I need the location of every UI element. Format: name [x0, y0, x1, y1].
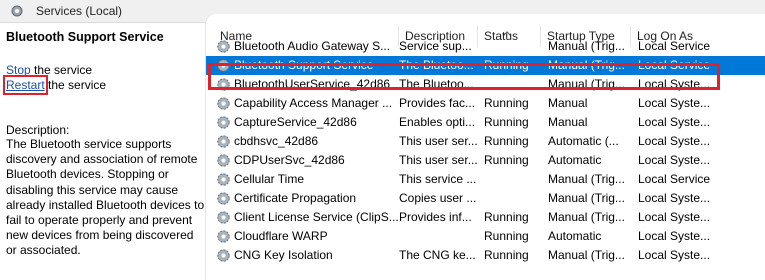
service-description-cell [399, 227, 479, 246]
gear-icon [217, 116, 230, 129]
service-startup-type: Automatic [548, 153, 602, 167]
service-startup-type: Automatic (... [548, 134, 619, 148]
service-startup-type: Manual (Trig... [548, 39, 625, 53]
gear-icon [217, 249, 230, 262]
window-title: Services (Local) [36, 4, 123, 18]
selected-service-title: Bluetooth Support Service [6, 30, 164, 44]
service-description-cell: Enables opti... [399, 115, 476, 129]
service-status [484, 189, 542, 208]
service-status: Running [484, 115, 529, 129]
gear-icon [217, 135, 230, 148]
service-description-cell: The Bluetoo... [399, 58, 474, 72]
services-icon [11, 5, 23, 17]
gear-icon [217, 40, 230, 53]
table-row[interactable]: cbdhsvc_42d86 This user ser... Running Auto… [206, 132, 765, 151]
service-description-cell: Service sup... [399, 39, 472, 53]
restart-link[interactable]: Restart [3, 75, 48, 95]
service-description-cell: This service ... [399, 172, 477, 186]
service-status: Running [484, 229, 529, 243]
service-log-on-as: Local Syste... [638, 248, 711, 262]
table-row[interactable]: Certificate Propagation Copies user ... Ma… [206, 189, 765, 208]
service-name: Cellular Time [234, 172, 305, 186]
table-row[interactable]: Capability Access Manager ... Provides fa… [206, 94, 765, 113]
restart-action-text: the service [44, 78, 107, 92]
service-log-on-as: Local Service [638, 172, 711, 186]
service-status: Running [484, 210, 529, 224]
service-description-cell: Provides inf... [399, 210, 472, 224]
service-log-on-as: Local Syste... [638, 229, 711, 243]
gear-icon [217, 154, 230, 167]
gear-icon [217, 230, 230, 243]
service-name: Client License Service (ClipS... [234, 210, 399, 224]
gear-icon [217, 211, 230, 224]
table-row[interactable]: Bluetooth Audio Gateway S... Service sup.… [206, 37, 765, 56]
table-row[interactable]: Cloudflare WARP Running Automatic Local Sys… [206, 227, 765, 246]
service-details-pane: Bluetooth Support Service Stop the servi… [0, 23, 206, 280]
service-description-cell: Copies user ... [399, 191, 477, 205]
service-log-on-as: Local Syste... [638, 77, 711, 91]
service-name: BluetoothUserService_42d86 [234, 77, 391, 91]
service-log-on-as: Local Syste... [638, 134, 711, 148]
service-status: Running [484, 153, 529, 167]
table-row[interactable]: CDPUserSvc_42d86 This user ser... Running A… [206, 151, 765, 170]
service-description-cell: Provides fac... [399, 96, 476, 110]
service-log-on-as: Local Syste... [638, 96, 711, 110]
service-status: Running [484, 58, 529, 72]
service-description-cell: This user ser... [399, 134, 478, 148]
service-name: CDPUserSvc_42d86 [234, 153, 345, 167]
service-status [484, 170, 542, 189]
service-name: Capability Access Manager ... [234, 96, 393, 110]
service-log-on-as: Local Service [638, 58, 711, 72]
service-description: The Bluetooth service supports discovery… [6, 137, 205, 258]
gear-icon [217, 97, 230, 110]
service-name: Bluetooth Support Service [234, 58, 374, 72]
service-startup-type: Manual (Trig... [548, 77, 625, 91]
service-status: Running [484, 134, 529, 148]
service-startup-type: Manual (Trig... [548, 248, 625, 262]
gear-icon [217, 78, 230, 91]
service-status [484, 37, 542, 56]
stop-action-text: the service [30, 63, 93, 77]
table-row[interactable]: CNG Key Isolation The CNG ke... Running Man… [206, 246, 765, 265]
stop-action: Stop the service [6, 63, 92, 77]
table-row[interactable]: BluetoothUserService_42d86 The Bluetoo...… [206, 75, 765, 94]
service-log-on-as: Local Service [638, 39, 711, 53]
table-row[interactable]: Client License Service (ClipS... Provides… [206, 208, 765, 227]
table-row-selected[interactable]: Bluetooth Support Service The Bluetoo... R… [206, 56, 765, 75]
service-status: Running [484, 96, 529, 110]
service-description-cell: The Bluetoo... [399, 77, 474, 91]
gear-icon [217, 59, 230, 72]
service-name: Bluetooth Audio Gateway S... [234, 39, 391, 53]
service-log-on-as: Local Syste... [638, 115, 711, 129]
service-name: Cloudflare WARP [234, 229, 328, 243]
service-status [484, 75, 542, 94]
service-name: Certificate Propagation [234, 191, 357, 205]
gear-icon [217, 192, 230, 205]
service-name: cbdhsvc_42d86 [234, 134, 319, 148]
gear-icon [217, 173, 230, 186]
service-startup-type: Manual (Trig... [548, 58, 625, 72]
service-startup-type: Manual (Trig... [548, 172, 625, 186]
service-startup-type: Automatic [548, 229, 602, 243]
table-row[interactable]: Cellular Time This service ... Manual (Tri… [206, 170, 765, 189]
restart-action: Restart the service [3, 75, 107, 95]
stop-link[interactable]: Stop [6, 63, 31, 77]
service-description-cell: This user ser... [399, 153, 478, 167]
service-status: Running [484, 248, 529, 262]
service-startup-type: Manual (Trig... [548, 210, 625, 224]
service-log-on-as: Local Syste... [638, 191, 711, 205]
service-startup-type: Manual [548, 115, 588, 129]
table-row[interactable]: CaptureService_42d86 Enables opti... Runni… [206, 113, 765, 132]
service-name: CaptureService_42d86 [234, 115, 357, 129]
service-log-on-as: Local Syste... [638, 210, 711, 224]
service-log-on-as: Local Syste... [638, 153, 711, 167]
service-startup-type: Manual (Trig... [548, 191, 625, 205]
description-heading: Description: [6, 123, 70, 137]
service-name: CNG Key Isolation [234, 248, 333, 262]
service-description-cell: The CNG ke... [399, 248, 476, 262]
service-startup-type: Manual [548, 96, 588, 110]
